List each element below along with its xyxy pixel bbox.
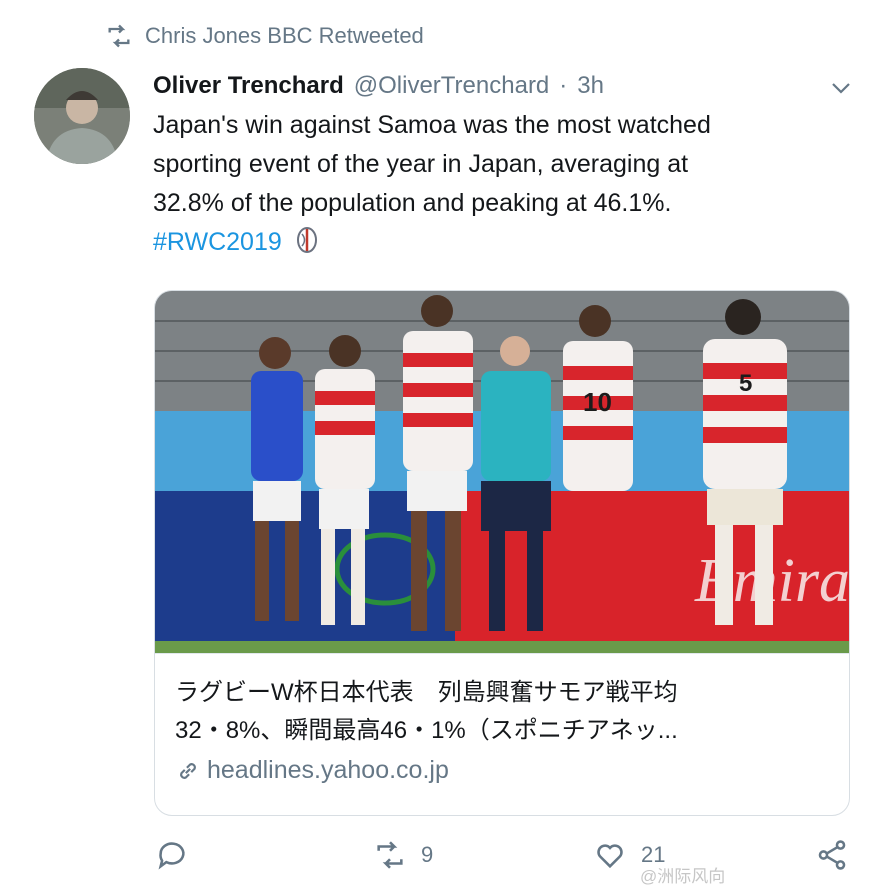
card-domain: headlines.yahoo.co.jp bbox=[175, 756, 829, 785]
tweet-text-line: sporting event of the year in Japan, ave… bbox=[153, 150, 689, 178]
share-button[interactable] bbox=[815, 838, 849, 872]
share-icon bbox=[818, 840, 846, 870]
link-icon bbox=[180, 762, 196, 779]
link-card[interactable]: Emirat bbox=[154, 290, 850, 816]
retweet-icon bbox=[377, 841, 403, 869]
separator-dot: · bbox=[559, 72, 568, 99]
tweet[interactable]: Oliver Trenchard @OliverTrenchard · 3h J… bbox=[153, 68, 853, 262]
card-domain-text: headlines.yahoo.co.jp bbox=[207, 756, 449, 784]
svg-text:10: 10 bbox=[583, 387, 612, 417]
svg-text:5: 5 bbox=[739, 370, 752, 397]
retweet-text[interactable]: Chris Jones BBC Retweeted bbox=[145, 23, 424, 49]
retweet-button[interactable]: 9 bbox=[373, 838, 433, 872]
chevron-down-icon[interactable] bbox=[829, 78, 853, 98]
retweet-icon bbox=[108, 24, 130, 48]
tweet-time[interactable]: 3h bbox=[577, 68, 604, 104]
retweet-count: 9 bbox=[421, 842, 434, 867]
action-bar: 9 21 bbox=[155, 838, 855, 882]
retweet-context: Chris Jones BBC Retweeted bbox=[105, 22, 424, 50]
tweet-text-line: 32.8% of the population and peaking at 4… bbox=[153, 189, 672, 217]
card-body[interactable]: ラグビーW杯日本代表 列島興奮サモア戦平均 32・8%、瞬間最高46・1%（スポ… bbox=[155, 653, 849, 815]
watermark: @洲际风向 bbox=[640, 867, 726, 886]
avatar[interactable] bbox=[34, 68, 130, 164]
card-title-line: ラグビーW杯日本代表 列島興奮サモア戦平均 bbox=[175, 679, 678, 706]
tweet-text-line: Japan's win against Samoa was the most w… bbox=[153, 111, 711, 139]
reply-icon bbox=[158, 842, 185, 870]
tweet-text: Japan's win against Samoa was the most w… bbox=[153, 106, 843, 262]
reply-button[interactable] bbox=[155, 838, 203, 872]
author-handle[interactable]: @OliverTrenchard bbox=[354, 68, 550, 104]
card-title-line: 32・8%、瞬間最高46・1%（スポニチアネッ... bbox=[175, 717, 678, 744]
tweet-header: Oliver Trenchard @OliverTrenchard · 3h bbox=[153, 68, 853, 104]
rugby-world-cup-icon bbox=[296, 227, 317, 253]
hashtag-link[interactable]: #RWC2019 bbox=[153, 228, 282, 256]
author-name[interactable]: Oliver Trenchard bbox=[153, 68, 344, 104]
heart-icon bbox=[597, 844, 623, 869]
card-image[interactable]: Emirat bbox=[155, 291, 849, 653]
card-title: ラグビーW杯日本代表 列島興奮サモア戦平均 32・8%、瞬間最高46・1%（スポ… bbox=[175, 674, 829, 750]
